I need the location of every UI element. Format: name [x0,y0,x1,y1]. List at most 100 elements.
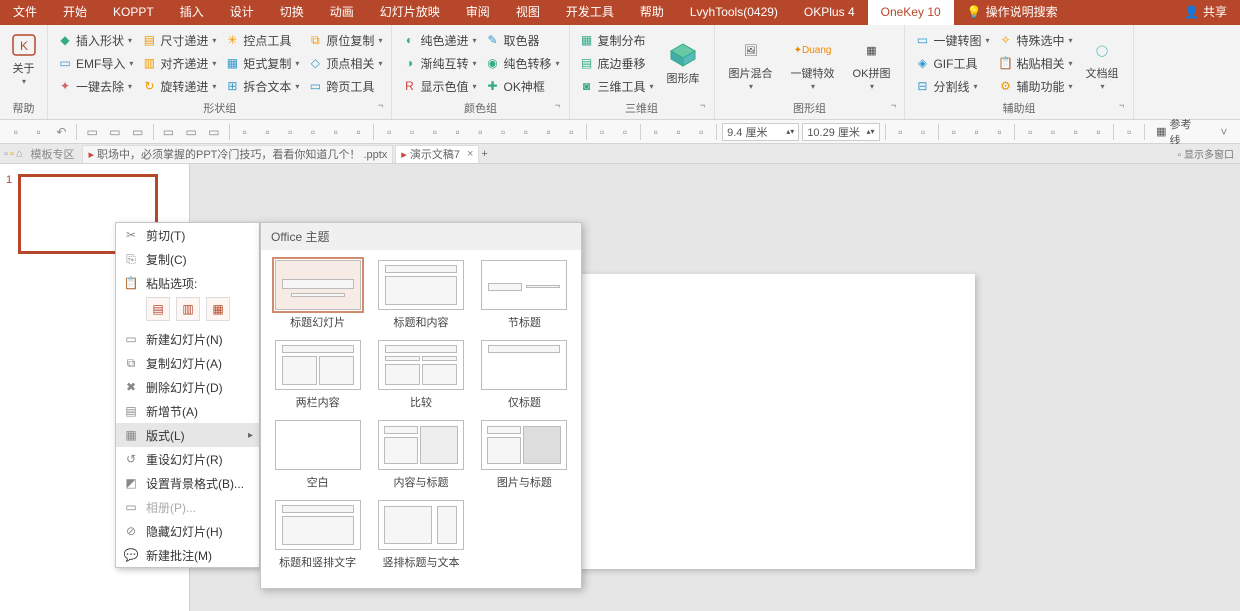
menu-help[interactable]: 帮助 [627,0,677,25]
ctx-reset-slide[interactable]: ↺重设幻灯片(R) [116,447,259,471]
ok-collage-btn[interactable]: ▦OK拼图▾ [845,29,899,98]
qat-d5[interactable]: ▫ [470,122,490,142]
qat-i2[interactable]: ▫ [1043,122,1063,142]
menu-onekey[interactable]: OneKey 10 [868,0,954,25]
qat-d6[interactable]: ▫ [493,122,513,142]
copy-dist-btn[interactable]: ▦复制分布 [576,29,657,51]
menu-file[interactable]: 文件 [0,0,50,25]
paste-rel-btn[interactable]: 📋粘贴相关▾ [994,52,1075,74]
qat-i4[interactable]: ▫ [1089,122,1109,142]
qat-b6[interactable]: ▭ [204,122,224,142]
ctx-bg-format[interactable]: ◩设置背景格式(B)... [116,471,259,495]
qat-d9[interactable]: ▫ [562,122,582,142]
qat-b1[interactable]: ▭ [82,122,102,142]
layout-vtitle-text[interactable]: 竖排标题与文本 [374,500,467,570]
height-input[interactable]: 9.4 厘米▴▾ [722,123,799,141]
add-tab-icon[interactable]: + [481,148,487,160]
qat-g2[interactable]: ▫ [913,122,933,142]
qat-i1[interactable]: ▫ [1020,122,1040,142]
img-blend-btn[interactable]: 🖼图片混合▾ [721,29,781,98]
align-step-btn[interactable]: ▥对齐递进▾ [138,52,219,74]
qat-h1[interactable]: ▫ [944,122,964,142]
eyedropper-btn[interactable]: ✎取色器 [481,29,562,51]
layout-title-content[interactable]: 标题和内容 [374,260,467,330]
qat-e2[interactable]: ▫ [615,122,635,142]
menu-animation[interactable]: 动画 [317,0,367,25]
ctx-cut[interactable]: ✂剪切(T) [116,223,259,247]
qat-d1[interactable]: ▫ [379,122,399,142]
layout-title-vtext[interactable]: 标题和竖排文字 [271,500,364,570]
collapse-ribbon-icon[interactable]: ˅ [1214,122,1234,142]
menu-slideshow[interactable]: 幻灯片放映 [367,0,453,25]
emf-import-btn[interactable]: ▭EMF导入▾ [54,52,136,74]
tab-home-icon[interactable]: ⌂ [16,148,23,160]
ctx-album[interactable]: ▭相册(P)... [116,495,259,519]
menu-koppt[interactable]: KOPPT [100,0,167,25]
menu-insert[interactable]: 插入 [167,0,217,25]
inplace-copy-btn[interactable]: ⧉原位复制▾ [304,29,385,51]
vertex-btn[interactable]: ◇顶点相关▾ [304,52,385,74]
ctx-copy[interactable]: ⎘复制(C) [116,247,259,271]
divider-btn[interactable]: ⊟分割线▾ [911,75,992,97]
solid-step-btn[interactable]: ◐纯色递进▾ [398,29,479,51]
close-icon[interactable]: × [467,148,473,160]
qat-c5[interactable]: ▫ [326,122,346,142]
breadcrumb[interactable]: 模板专区 [24,146,80,162]
ctx-del-slide[interactable]: ✖删除幻灯片(D) [116,375,259,399]
qat-f3[interactable]: ▫ [691,122,711,142]
crosspage-btn[interactable]: ▭跨页工具 [304,75,385,97]
ctx-new-section[interactable]: ▤新增节(A) [116,399,259,423]
qat-d8[interactable]: ▫ [539,122,559,142]
shape-lib-btn[interactable]: 图形库 [659,29,708,98]
size-step-btn[interactable]: ▤尺寸递进▾ [138,29,219,51]
layout-two-content[interactable]: 两栏内容 [271,340,364,410]
qat-e1[interactable]: ▫ [592,122,612,142]
qat-c3[interactable]: ▫ [280,122,300,142]
menu-okplus[interactable]: OKPlus 4 [791,0,868,25]
menu-lvyh[interactable]: LvyhTools(0429) [677,0,791,25]
3d-tools-btn[interactable]: ◙三维工具▾ [576,75,657,97]
layout-content-caption[interactable]: 内容与标题 [374,420,467,490]
qat-new-icon[interactable]: ▫ [6,122,26,142]
ctx-dup-slide[interactable]: ⧉复制幻灯片(A) [116,351,259,375]
menu-view[interactable]: 视图 [503,0,553,25]
ctrlpoint-btn[interactable]: ✳控点工具 [221,29,302,51]
qat-d4[interactable]: ▫ [448,122,468,142]
layout-blank[interactable]: 空白 [271,420,364,490]
qat-b4[interactable]: ▭ [159,122,179,142]
paste-opt-3[interactable]: ▦ [206,297,230,321]
menu-home[interactable]: 开始 [50,0,100,25]
qat-f1[interactable]: ▫ [646,122,666,142]
matrix-copy-btn[interactable]: ▦矩式复制▾ [221,52,302,74]
menu-devtools[interactable]: 开发工具 [553,0,627,25]
qat-d3[interactable]: ▫ [425,122,445,142]
tab-open-icon[interactable]: ▫ [10,148,14,160]
qat-c6[interactable]: ▫ [349,122,369,142]
qat-c2[interactable]: ▫ [258,122,278,142]
qat-j1[interactable]: ▫ [1119,122,1139,142]
one-effect-btn[interactable]: ✦Duang一键特效▾ [783,29,843,98]
qat-d2[interactable]: ▫ [402,122,422,142]
multi-window-toggle[interactable]: ▫ 显示多窗口 [1178,146,1234,161]
doc-tab-1[interactable]: ▸职场中，必须掌握的PPT冷门技巧，看看你知道几个！ .pptx [82,145,393,163]
paste-opt-2[interactable]: ▥ [176,297,200,321]
qat-open-icon[interactable]: ▫ [29,122,49,142]
layout-title-slide[interactable]: 标题幻灯片 [271,260,364,330]
ctx-hide-slide[interactable]: ⊘隐藏幻灯片(H) [116,519,259,543]
qat-c4[interactable]: ▫ [303,122,323,142]
qat-b3[interactable]: ▭ [128,122,148,142]
split-text-btn[interactable]: ⊞拆合文本▾ [221,75,302,97]
share-button[interactable]: 👤共享 [1171,0,1240,25]
menu-design[interactable]: 设计 [217,0,267,25]
layout-title-only[interactable]: 仅标题 [478,340,571,410]
qat-b5[interactable]: ▭ [181,122,201,142]
qat-undo-icon[interactable]: ↶ [52,122,72,142]
show-rgb-btn[interactable]: R显示色值▾ [398,75,479,97]
qat-f2[interactable]: ▫ [669,122,689,142]
doc-tab-2[interactable]: ▸演示文稿7× [395,145,479,163]
qat-h3[interactable]: ▫ [990,122,1010,142]
layout-pic-caption[interactable]: 图片与标题 [478,420,571,490]
ctx-new-comment[interactable]: 💬新建批注(M) [116,543,259,567]
grad-solid-btn[interactable]: ◑渐纯互转▾ [398,52,479,74]
tell-me[interactable]: 💡操作说明搜索 [954,0,1071,25]
